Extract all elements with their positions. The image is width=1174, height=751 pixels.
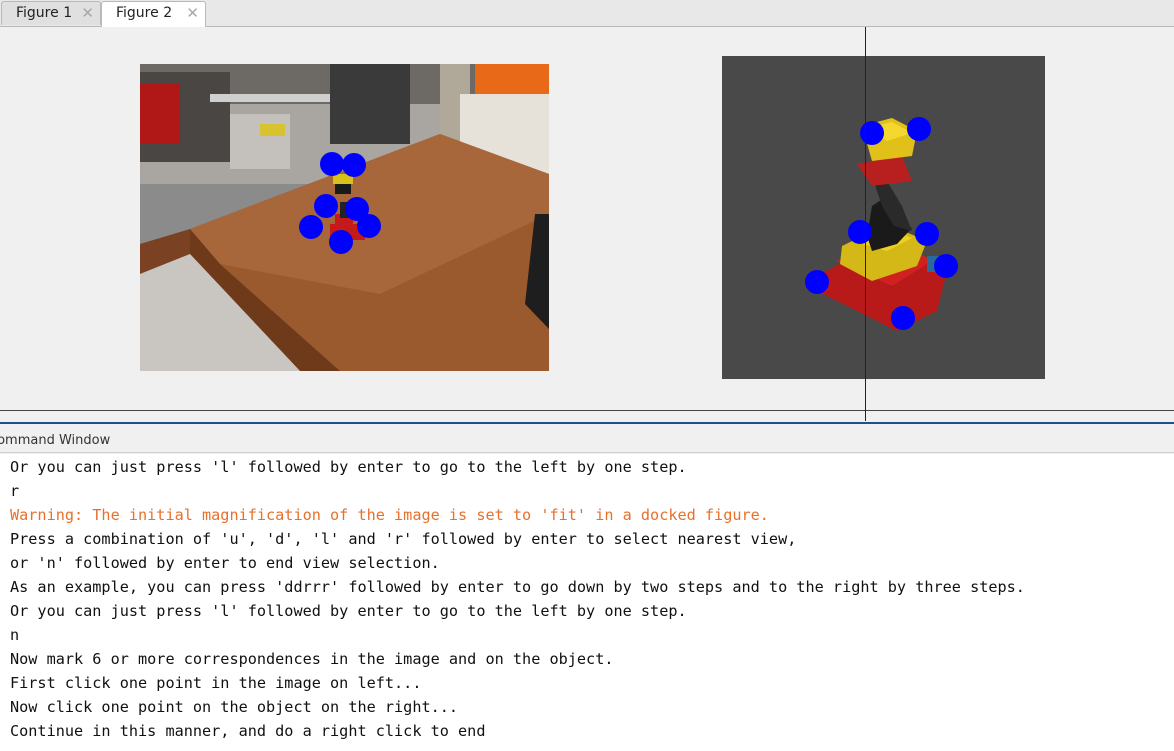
console-line: Now click one point on the object on the… (10, 698, 459, 716)
console-line: Or you can just press 'l' followed by en… (10, 458, 687, 476)
figure-bottom-border (0, 410, 1174, 411)
panel-splitter[interactable] (0, 422, 1174, 424)
tab-label: Figure 2 (116, 5, 173, 21)
console-warning-line: Warning: The initial magnification of th… (10, 506, 769, 524)
console-line: Now mark 6 or more correspondences in th… (10, 650, 614, 668)
console-line: Continue in this manner, and do a right … (10, 722, 486, 740)
close-icon[interactable]: ✕ (81, 4, 94, 22)
command-window-title: Command Window (0, 433, 111, 448)
console-line: n (10, 626, 20, 644)
console-line: As an example, you can press 'ddrrr' fol… (10, 578, 1025, 596)
figure-tab-bar: Figure 1 ✕ Figure 2 ✕ (0, 0, 1174, 27)
figure-divider-line (865, 27, 866, 421)
console-line: First click one point in the image on le… (10, 674, 422, 692)
tab-label: Figure 1 (16, 5, 73, 21)
right-image-axes[interactable] (722, 56, 1045, 379)
console-line: Press a combination of 'u', 'd', 'l' and… (10, 530, 797, 548)
command-window[interactable]: Or you can just press 'l' followed by en… (0, 454, 1174, 751)
console-line: or 'n' followed by enter to end view sel… (10, 554, 440, 572)
tab-figure-2[interactable]: Figure 2 ✕ (101, 1, 206, 27)
console-line: r (10, 482, 20, 500)
tab-figure-1[interactable]: Figure 1 ✕ (1, 1, 101, 25)
lego-object-render (805, 117, 958, 331)
left-image-axes[interactable] (140, 64, 549, 371)
console-line: Or you can just press 'l' followed by en… (10, 602, 687, 620)
close-icon[interactable]: ✕ (186, 4, 199, 22)
desk-photo (140, 64, 549, 371)
command-window-titlebar[interactable]: Command Window (0, 431, 1174, 453)
